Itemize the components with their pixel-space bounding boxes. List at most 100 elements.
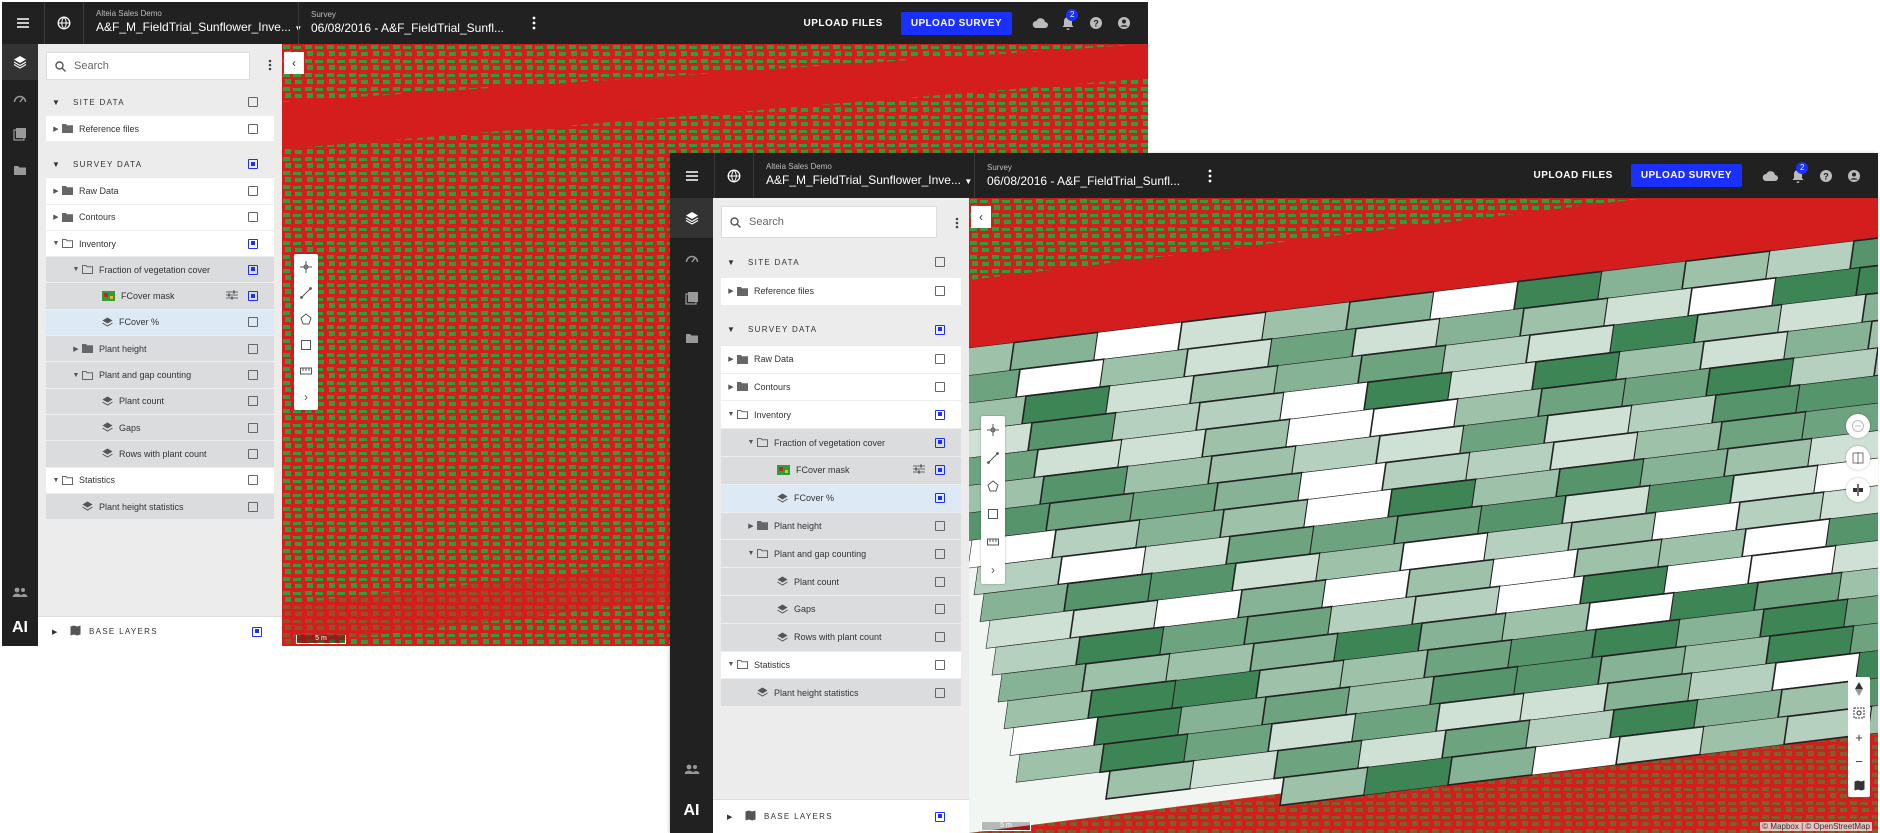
gallery-icon[interactable] [2, 116, 38, 152]
checkbox-partial[interactable] [935, 437, 945, 448]
folder-icon[interactable] [2, 152, 38, 188]
project-selector[interactable]: Alteia Sales Demo A&F_M_FieldTrial_Sunfl… [84, 2, 302, 44]
caret-down-icon[interactable]: ▼ [52, 98, 66, 107]
caret-right-icon[interactable]: ▶ [727, 813, 741, 821]
project-selector[interactable]: Alteia Sales Demo A&F_M_FieldTrial_Sunfl… [754, 153, 974, 198]
checkbox-partial[interactable] [935, 324, 945, 335]
upload-files-button[interactable]: UPLOAD FILES [1534, 170, 1613, 181]
caret-down-icon[interactable]: ▼ [70, 372, 82, 379]
layer-row[interactable]: Plant count [46, 388, 274, 415]
layer-row[interactable]: Gaps [721, 595, 961, 624]
checkbox-partial[interactable] [935, 465, 945, 476]
checkbox[interactable] [935, 286, 945, 297]
cloud-upload-icon[interactable] [1756, 170, 1784, 182]
caret-right-icon[interactable]: ▶ [725, 355, 737, 363]
rectangle-tool-icon[interactable] [294, 332, 318, 358]
section-survey-data[interactable]: ▼ SURVEY DATA [721, 314, 961, 346]
checkbox[interactable] [248, 448, 258, 459]
folder-icon[interactable] [670, 318, 713, 358]
help-icon[interactable]: ? [1082, 16, 1110, 30]
checkbox[interactable] [935, 604, 945, 615]
caret-right-icon[interactable]: ▶ [50, 125, 62, 133]
layer-row[interactable]: ▼ Inventory [721, 401, 961, 430]
layers-icon[interactable] [670, 198, 713, 238]
search-input[interactable]: Search [46, 52, 250, 80]
tune-icon[interactable] [913, 464, 925, 476]
cloud-upload-icon[interactable] [1026, 17, 1054, 29]
point-tool-icon[interactable] [981, 416, 1005, 444]
checkbox[interactable] [248, 370, 258, 381]
survey-selector[interactable]: Survey 06/08/2016 - A&F_FieldTrial_Sunfl… [975, 153, 1195, 198]
expand-toolbar-icon[interactable]: › [981, 556, 1005, 584]
line-tool-icon[interactable] [981, 444, 1005, 472]
menu-icon[interactable] [670, 170, 714, 182]
menu-icon[interactable] [2, 17, 44, 29]
checkbox-partial[interactable] [935, 409, 945, 420]
caret-down-icon[interactable]: ▼ [50, 477, 62, 484]
dashboard-icon[interactable] [2, 80, 38, 116]
checkbox[interactable] [935, 687, 945, 698]
checkbox[interactable] [248, 185, 258, 196]
checkbox[interactable] [248, 501, 258, 512]
checkbox-partial[interactable] [248, 159, 258, 170]
layer-row[interactable]: FCover % [721, 484, 961, 513]
layers-icon[interactable] [2, 44, 38, 80]
checkbox-partial[interactable] [248, 291, 258, 302]
gallery-icon[interactable] [670, 278, 713, 318]
layer-row[interactable]: ▶ Plant height [721, 512, 961, 541]
caret-right-icon[interactable]: ▶ [745, 522, 757, 530]
caret-right-icon[interactable]: ▶ [725, 383, 737, 391]
caret-down-icon[interactable]: ▼ [727, 325, 741, 334]
checkbox[interactable] [248, 317, 258, 328]
caret-right-icon[interactable]: ▶ [70, 345, 82, 353]
caret-down-icon[interactable]: ▼ [50, 240, 62, 247]
layer-row[interactable]: ▼ Statistics [46, 467, 274, 494]
checkbox[interactable] [935, 354, 945, 365]
checkbox[interactable] [248, 396, 258, 407]
caret-down-icon[interactable]: ▼ [725, 661, 737, 668]
globe-icon[interactable] [45, 16, 83, 30]
section-survey-data[interactable]: ▼ SURVEY DATA [46, 150, 274, 178]
upload-survey-button[interactable]: UPLOAD SURVEY [1630, 164, 1742, 187]
dashboard-icon[interactable] [670, 238, 713, 278]
point-tool-icon[interactable] [294, 254, 318, 280]
checkbox[interactable] [935, 548, 945, 559]
caret-right-icon[interactable]: ▶ [725, 287, 737, 295]
checkbox[interactable] [935, 520, 945, 531]
checkbox[interactable] [248, 212, 258, 223]
checkbox[interactable] [248, 422, 258, 433]
checkbox[interactable] [935, 381, 945, 392]
checkbox-partial[interactable] [252, 626, 262, 637]
help-icon[interactable]: ? [1812, 169, 1840, 183]
basemap-icon[interactable] [1854, 773, 1865, 797]
base-layers-row[interactable]: ▶ BASE LAYERS [38, 616, 282, 646]
layer-row[interactable]: ▶ Raw Data [721, 345, 961, 374]
checkbox-partial[interactable] [248, 238, 258, 249]
account-icon[interactable] [1110, 16, 1138, 30]
zoom-extent-icon[interactable] [1853, 701, 1865, 725]
layer-row[interactable]: Plant height statistics [46, 493, 274, 521]
checkbox[interactable] [935, 632, 945, 643]
checkbox-partial[interactable] [935, 493, 945, 504]
ruler-tool-icon[interactable] [294, 358, 318, 384]
layer-row[interactable]: ▼ Statistics [721, 651, 961, 680]
layer-row[interactable]: Plant height statistics [721, 679, 961, 708]
more-vert-icon[interactable] [519, 16, 549, 30]
layer-row[interactable]: ▼ Plant and gap counting [46, 362, 274, 389]
caret-down-icon[interactable]: ▼ [727, 258, 741, 267]
ruler-tool-icon[interactable] [981, 528, 1005, 556]
checkbox[interactable] [935, 257, 945, 267]
3d-view-icon[interactable] [1846, 414, 1870, 438]
polygon-tool-icon[interactable] [294, 306, 318, 332]
line-tool-icon[interactable] [294, 280, 318, 306]
panel-more-icon[interactable] [268, 58, 272, 76]
caret-down-icon[interactable]: ▼ [52, 160, 66, 169]
layer-row[interactable]: FCover mask [46, 283, 274, 310]
more-vert-icon[interactable] [1195, 169, 1225, 183]
map-view[interactable]: ‹ › + − 5 m © Mapbox | © OpenStreetMap [969, 198, 1878, 833]
expand-toolbar-icon[interactable]: › [294, 384, 318, 410]
layer-row[interactable]: ▼ Fraction of vegetation cover [721, 429, 961, 457]
checkbox[interactable] [248, 97, 258, 107]
layer-row[interactable]: ▼ Inventory [46, 230, 274, 258]
zoom-in-icon[interactable]: + [1855, 725, 1863, 749]
